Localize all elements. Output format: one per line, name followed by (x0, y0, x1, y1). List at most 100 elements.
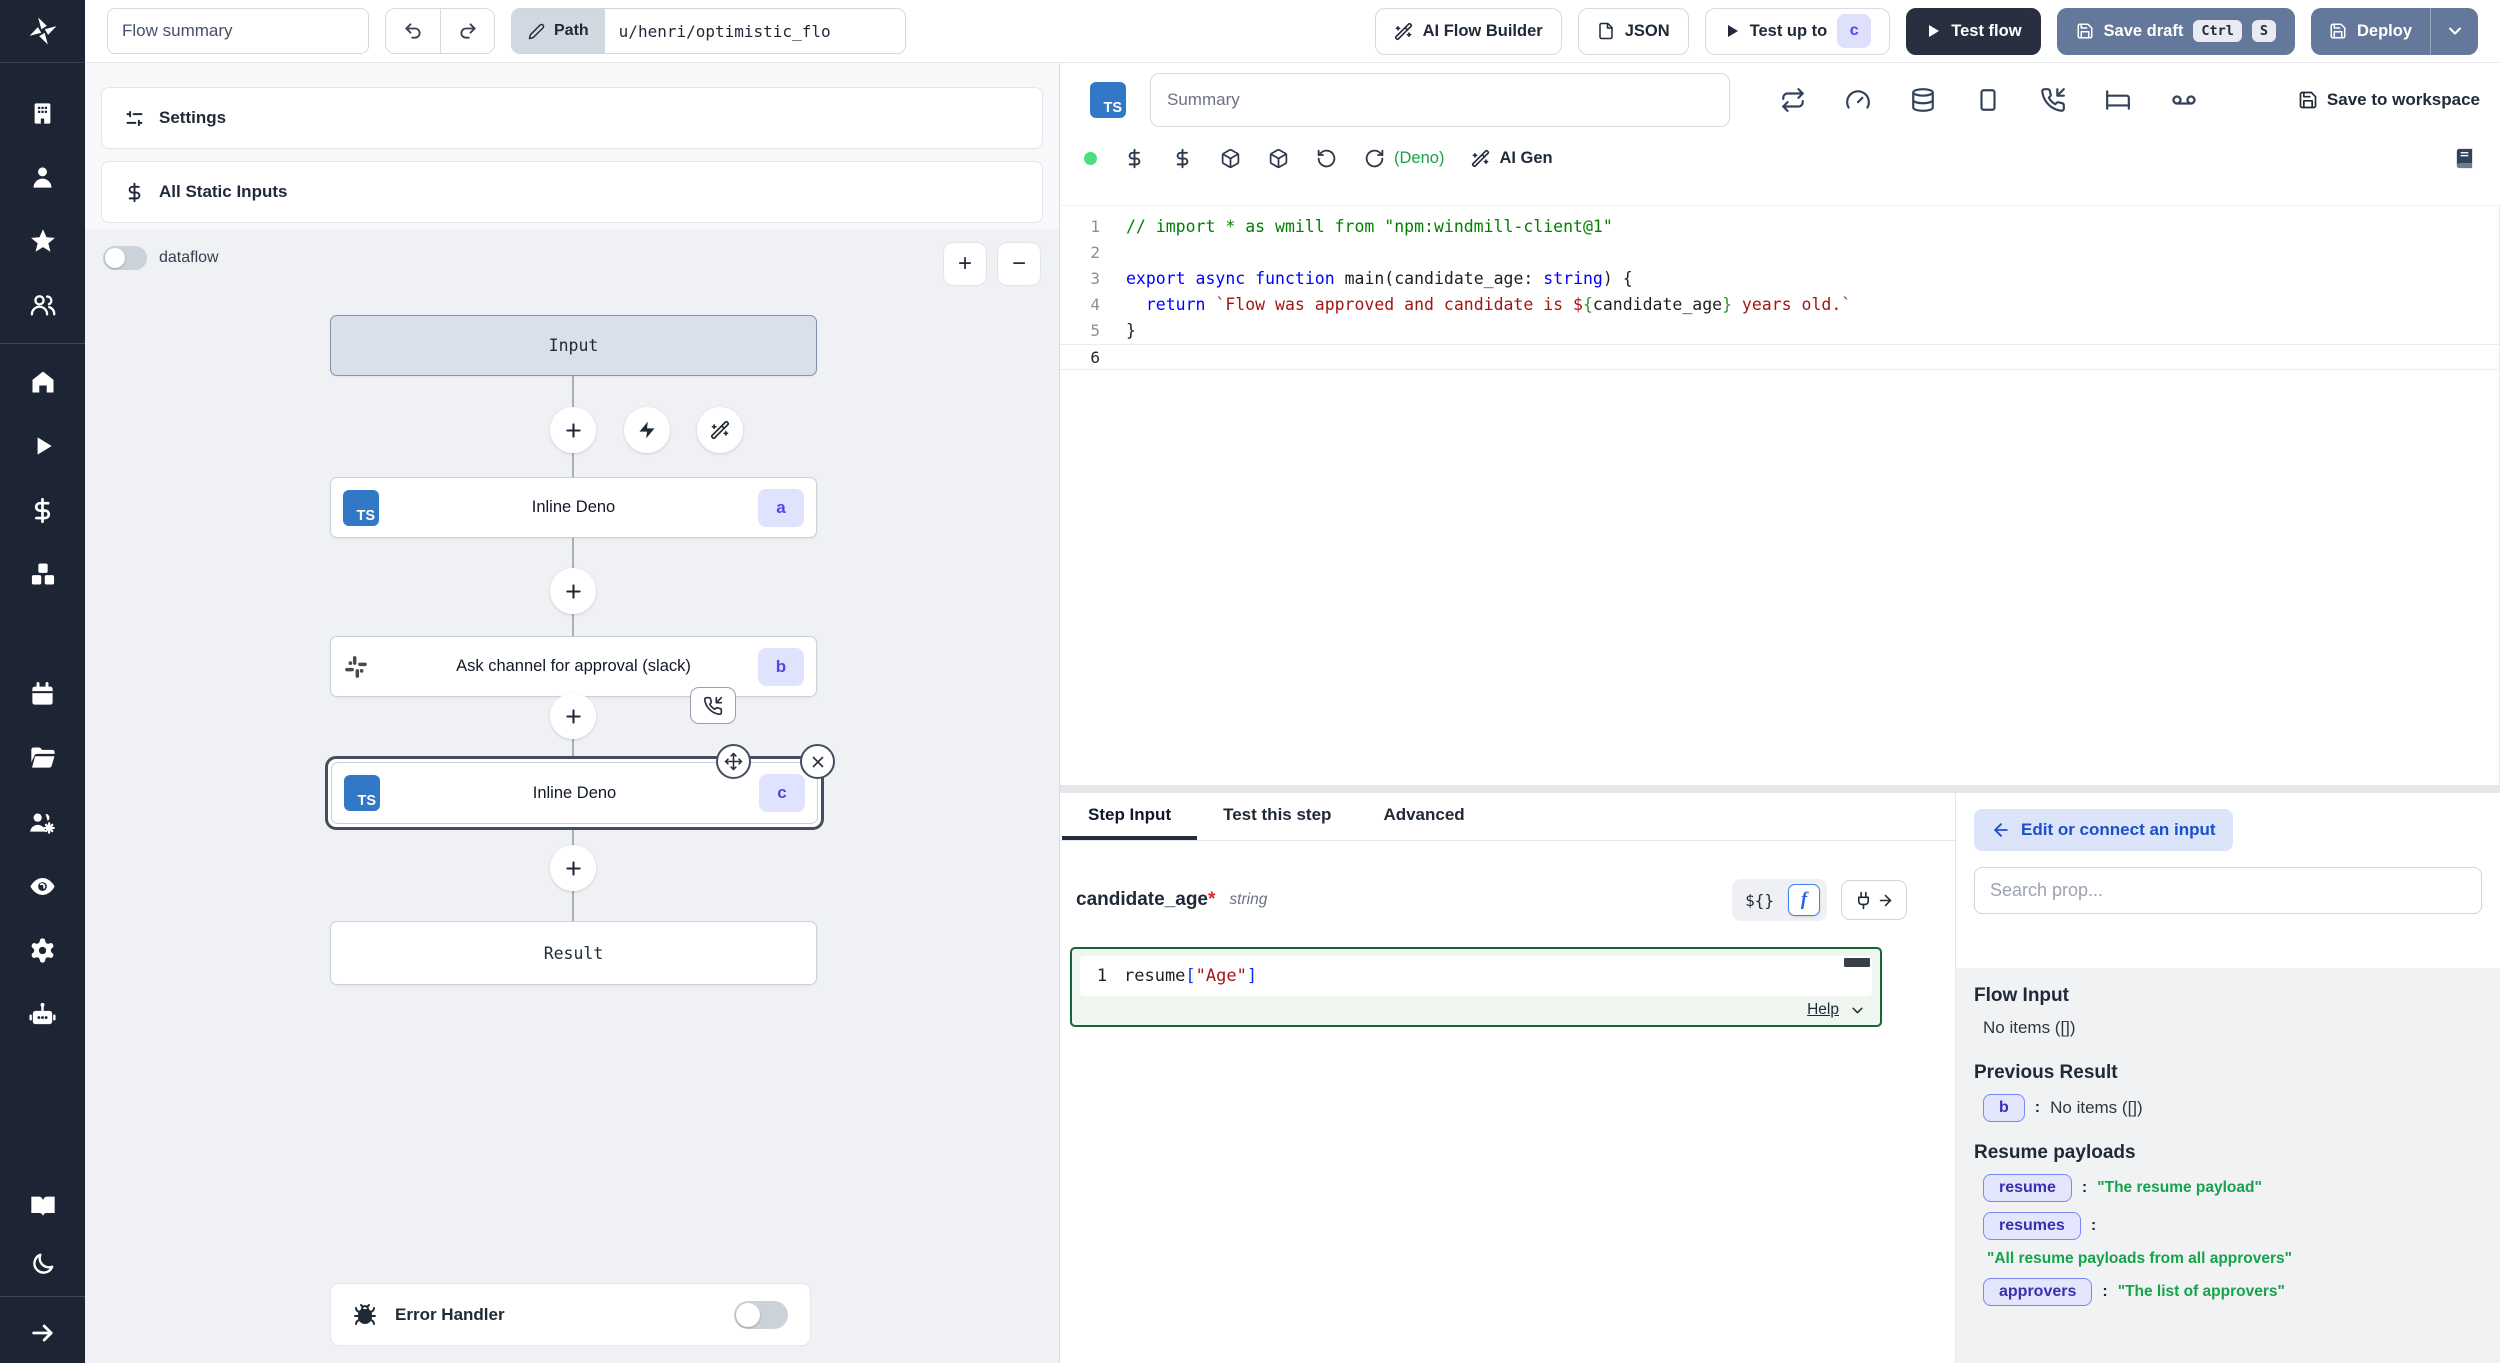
user-icon[interactable] (0, 145, 85, 209)
mock-square-icon[interactable] (1975, 87, 2001, 113)
zoom-out-button[interactable]: − (997, 242, 1041, 286)
concurrency-gauge-icon[interactable] (1845, 87, 1871, 113)
prop-value: "The resume payload" (2097, 1179, 2262, 1197)
undo-button[interactable] (386, 9, 440, 53)
prop-badge-resume[interactable]: resume (1983, 1174, 2072, 1202)
path-edit-button[interactable]: Path (512, 9, 605, 53)
all-static-inputs-row[interactable]: All Static Inputs (101, 161, 1043, 223)
step-config-panel: Step Input Test this step Advanced candi… (1060, 793, 2500, 1363)
redo-button[interactable] (440, 9, 494, 53)
template-expr-mode-button[interactable]: ${} (1739, 891, 1780, 910)
flow-node-result[interactable]: Result (330, 921, 817, 985)
ai-add-step-wand-button[interactable] (697, 407, 743, 453)
delete-node-button[interactable] (800, 744, 835, 779)
flow-node-input[interactable]: Input (330, 315, 817, 376)
expression-editor[interactable]: 1 resume["Age"] Help (1070, 947, 1882, 1027)
workers-bot-icon[interactable] (0, 982, 85, 1046)
flow-node-a[interactable]: TS Inline Deno a (330, 477, 817, 538)
dark-mode-moon-icon[interactable] (0, 1238, 85, 1290)
suspend-phone-incoming-icon[interactable] (2040, 87, 2066, 113)
minimap (1844, 958, 1870, 967)
env-dollar-icon[interactable] (1124, 148, 1145, 169)
props-browser: Flow Input No items ([]) Previous Result… (1956, 968, 2500, 1363)
schedules-calendar-icon[interactable] (0, 662, 85, 726)
rail-group-workspace (0, 81, 85, 337)
vars-dollar-icon[interactable] (1172, 148, 1193, 169)
add-trigger-zap-button[interactable] (624, 407, 670, 453)
wand-icon (1394, 22, 1413, 41)
prop-badge-approvers[interactable]: approvers (1983, 1278, 2092, 1306)
favorites-star-icon[interactable] (0, 209, 85, 273)
step-id-badge: c (759, 774, 805, 812)
package-icon[interactable] (1220, 148, 1241, 169)
add-step-button[interactable] (550, 845, 596, 891)
tab-test-this-step[interactable]: Test this step (1197, 793, 1357, 840)
edit-or-connect-button[interactable]: Edit or connect an input (1974, 809, 2233, 851)
suspend-approval-phone-icon[interactable] (690, 687, 736, 724)
tab-advanced[interactable]: Advanced (1357, 793, 1490, 840)
save-draft-button[interactable]: Save draft Ctrl S (2057, 8, 2295, 55)
runs-play-icon[interactable] (0, 414, 85, 478)
ctrl-key-hint: Ctrl (2193, 20, 2242, 42)
expand-sidebar-arrow-icon[interactable] (0, 1303, 85, 1363)
flow-summary-input[interactable] (107, 8, 369, 54)
connect-input-plug-button[interactable] (1841, 880, 1907, 920)
prop-badge-resumes[interactable]: resumes (1983, 1212, 2081, 1240)
workspace-building-icon[interactable] (0, 81, 85, 145)
error-handler-row[interactable]: Error Handler (330, 1283, 811, 1346)
voicemail-icon[interactable] (2170, 86, 2198, 114)
zoom-in-button[interactable]: + (943, 242, 987, 286)
reset-undo-icon[interactable] (1316, 148, 1337, 169)
test-up-to-button[interactable]: Test up to c (1705, 8, 1891, 55)
lsp-status-dot (1084, 152, 1097, 165)
audit-eye-icon[interactable] (0, 854, 85, 918)
retry-repeat-icon[interactable] (1780, 87, 1806, 113)
switch-lang-refresh-icon[interactable] (1364, 148, 1385, 169)
cache-database-icon[interactable] (1910, 87, 1936, 113)
javascript-fn-mode-button[interactable]: f (1788, 884, 1820, 916)
variables-dollar-icon[interactable] (0, 478, 85, 542)
ai-gen-button[interactable]: AI Gen (1471, 149, 1552, 168)
user-group-icon[interactable] (0, 273, 85, 337)
add-step-button[interactable] (550, 693, 596, 739)
search-prop-input[interactable] (1974, 867, 2482, 914)
test-flow-button[interactable]: Test flow (1906, 8, 2040, 55)
save-to-workspace-button[interactable]: Save to workspace (2298, 90, 2480, 110)
package-icon[interactable] (1268, 148, 1289, 169)
ai-flow-builder-button[interactable]: AI Flow Builder (1375, 8, 1562, 55)
help-link[interactable]: Help (1807, 1001, 1866, 1019)
sleep-bed-icon[interactable] (2105, 87, 2131, 113)
json-button[interactable]: JSON (1578, 8, 1689, 55)
groups-settings-icon[interactable] (0, 790, 85, 854)
undo-redo-group (385, 8, 495, 54)
resources-boxes-icon[interactable] (0, 542, 85, 606)
code-editor[interactable]: 1// import * as wmill from "npm:windmill… (1060, 205, 2500, 785)
flow-graph-canvas[interactable]: dataflow + − Input TS Inline Deno a (85, 230, 1059, 1363)
arrow-right-icon (1877, 892, 1894, 909)
move-node-handle[interactable] (716, 744, 751, 779)
folders-icon[interactable] (0, 726, 85, 790)
panel-resize-divider[interactable] (1060, 785, 2500, 793)
rail-divider (0, 343, 85, 344)
add-step-button[interactable] (550, 407, 596, 453)
prop-badge-b[interactable]: b (1983, 1094, 2025, 1122)
docs-book-icon[interactable] (0, 1174, 85, 1238)
path-value-input[interactable] (605, 9, 905, 53)
flow-settings-row[interactable]: Settings (101, 87, 1043, 149)
windmill-flow-builder: Path AI Flow Builder JSON Test up to c T… (0, 0, 2500, 1363)
previous-result-value: No items ([]) (2050, 1098, 2143, 1118)
windmill-logo-icon[interactable] (0, 0, 85, 63)
step-summary-input[interactable] (1150, 73, 1730, 127)
deploy-options-chevron[interactable] (2430, 8, 2478, 55)
error-handler-toggle[interactable] (734, 1301, 788, 1329)
language-label[interactable]: (Deno) (1394, 149, 1444, 168)
test-up-to-step-badge: c (1837, 14, 1871, 48)
home-icon[interactable] (0, 350, 85, 414)
add-step-button[interactable] (550, 568, 596, 614)
settings-gear-icon[interactable] (0, 918, 85, 982)
deploy-button[interactable]: Deploy (2311, 8, 2430, 55)
library-book-icon[interactable] (2453, 147, 2476, 170)
flow-node-b[interactable]: Ask channel for approval (slack) b (330, 636, 817, 697)
tab-step-input[interactable]: Step Input (1062, 793, 1197, 840)
dataflow-toggle[interactable] (103, 246, 147, 270)
